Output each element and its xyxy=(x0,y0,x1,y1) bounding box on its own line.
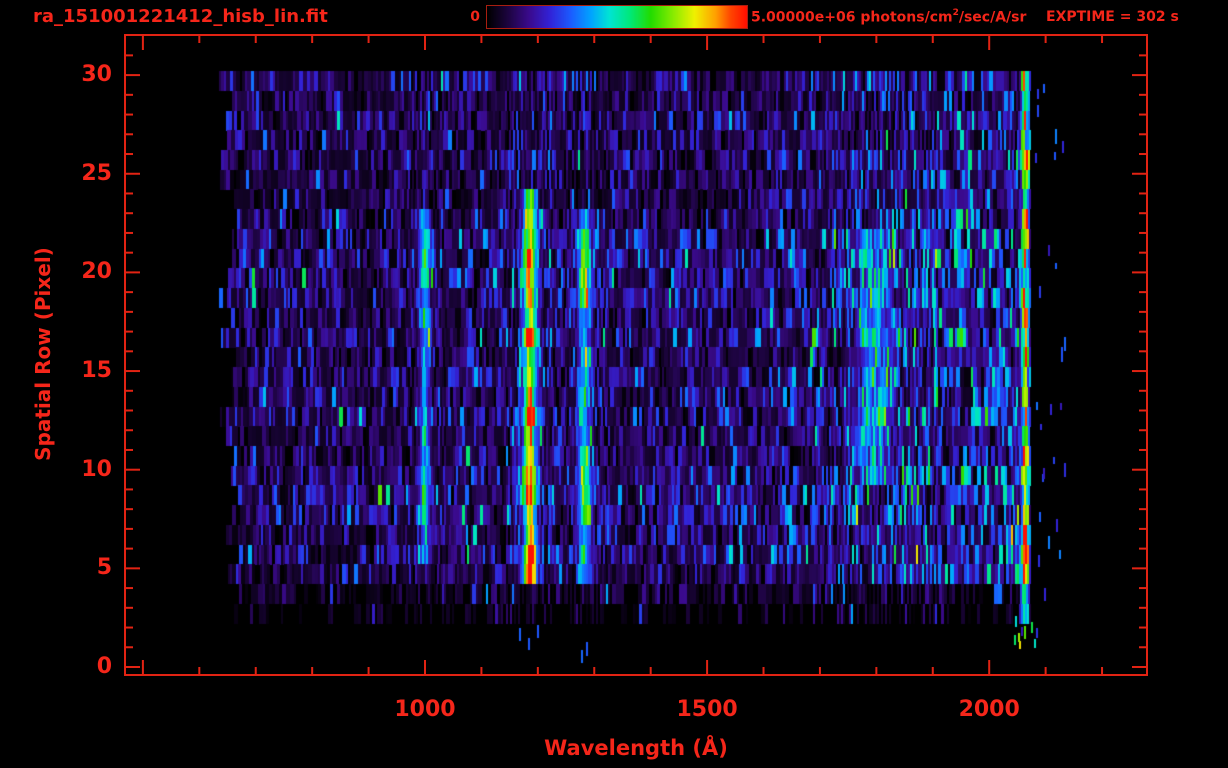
x-tick-label: 1500 xyxy=(676,697,738,722)
spectrum-viewer-window: ra_151001221412_hisb_lin.fit 0 5.00000e+… xyxy=(0,0,1228,768)
colorbar-max-label: 5.00000e+06 photons/cm2/sec/A/sr xyxy=(751,8,1027,26)
y-tick-label: 0 xyxy=(96,654,112,679)
y-tick-label: 15 xyxy=(81,358,112,384)
colorbar-unit-superscript: 2 xyxy=(952,8,959,18)
colorbar-min-label: 0 xyxy=(470,9,480,25)
y-tick-label: 10 xyxy=(81,456,112,482)
file-title: ra_151001221412_hisb_lin.fit xyxy=(33,6,328,27)
x-tick-label: 2000 xyxy=(958,697,1020,722)
x-tick-label: 1000 xyxy=(394,697,456,722)
y-tick-label: 5 xyxy=(96,555,112,581)
y-axis-title: Spatial Row (Pixel) xyxy=(31,247,55,461)
colorbar-unit-prefix: photons/cm xyxy=(855,9,953,26)
x-axis-title: Wavelength (Å) xyxy=(544,736,728,760)
spectrum-heatmap xyxy=(127,37,1145,673)
colorbar-max-value: 5.00000e+06 xyxy=(751,9,856,26)
colorbar-unit-suffix: /sec/A/sr xyxy=(958,9,1027,26)
y-tick-label: 30 xyxy=(81,62,112,88)
y-tick-label: 25 xyxy=(81,160,112,186)
y-tick-label: 20 xyxy=(81,259,112,285)
exptime-label: EXPTIME = 302 s xyxy=(1046,9,1179,25)
colorbar-gradient xyxy=(486,5,748,29)
